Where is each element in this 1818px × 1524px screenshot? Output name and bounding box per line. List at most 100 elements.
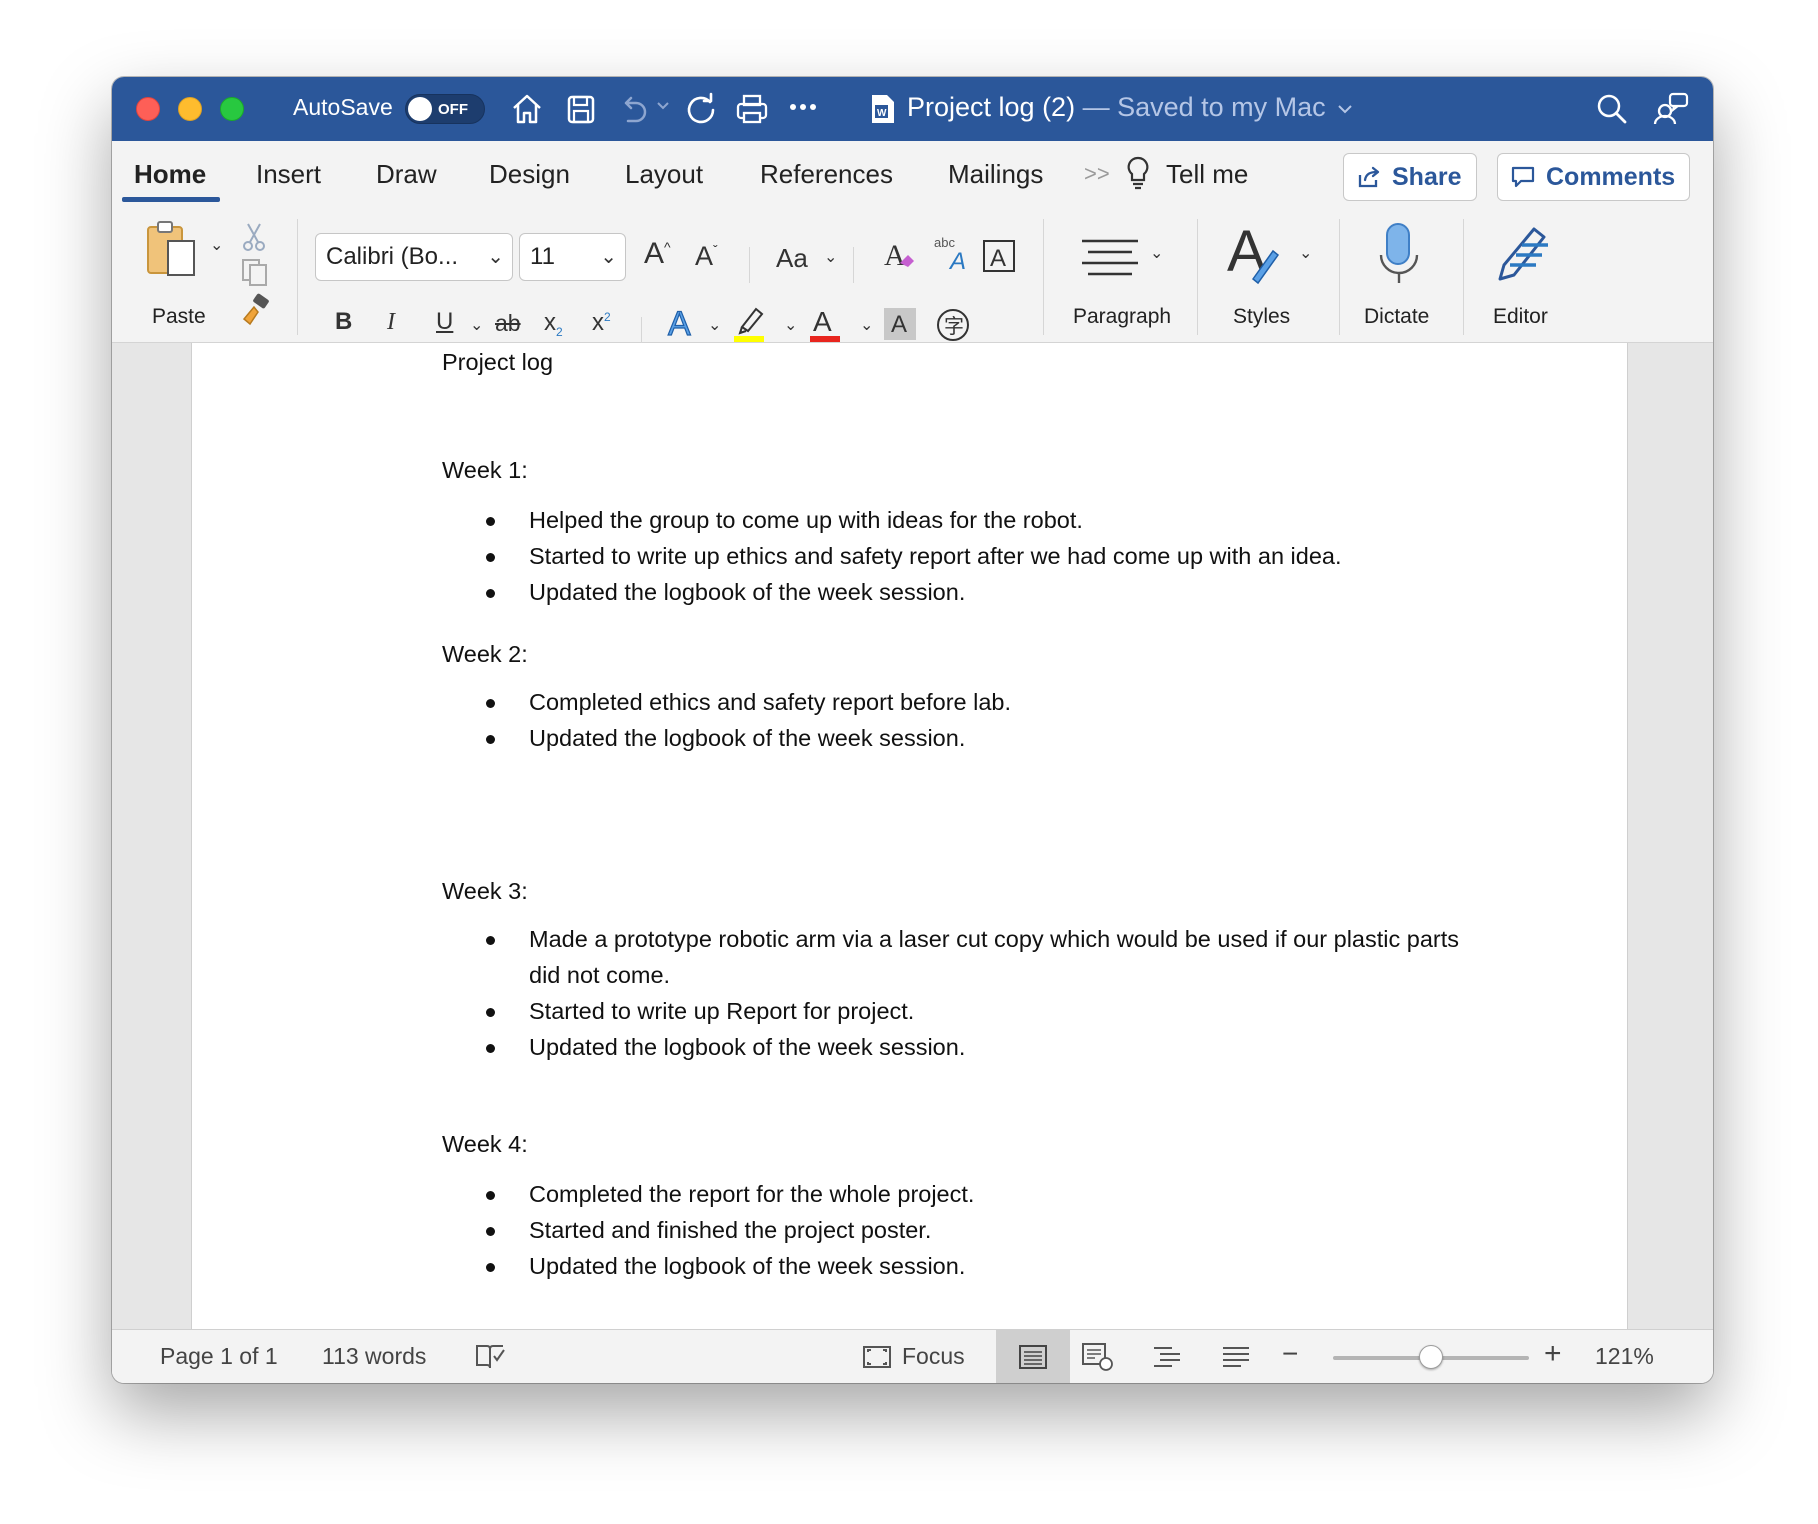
strikethrough-button[interactable]: ab bbox=[495, 312, 521, 335]
share-icon bbox=[1358, 166, 1380, 188]
bullet-list: Completed ethics and safety report befor… bbox=[442, 684, 1011, 756]
title-bar: AutoSave OFF W Project log (2) — Saved t… bbox=[112, 77, 1713, 141]
tab-references[interactable]: References bbox=[760, 159, 893, 190]
change-case-dropdown-icon[interactable]: ⌄ bbox=[824, 247, 837, 267]
comments-button[interactable]: Comments bbox=[1497, 153, 1690, 201]
text-effects-icon[interactable]: A bbox=[666, 303, 700, 346]
minimize-window-button[interactable] bbox=[178, 97, 202, 121]
more-icon[interactable] bbox=[788, 99, 820, 135]
focus-icon[interactable] bbox=[862, 1344, 892, 1376]
outline-view-icon[interactable] bbox=[1152, 1344, 1182, 1376]
home-icon[interactable] bbox=[510, 91, 544, 127]
zoom-in-button[interactable]: + bbox=[1544, 1337, 1562, 1371]
font-color-icon[interactable]: A bbox=[808, 303, 844, 348]
font-name-value: Calibri (Bo... bbox=[326, 243, 459, 270]
undo-dropdown-icon[interactable] bbox=[656, 101, 670, 137]
print-layout-icon bbox=[1019, 1345, 1047, 1369]
word-count[interactable]: 113 words bbox=[322, 1343, 426, 1370]
dictate-label: Dictate bbox=[1364, 305, 1430, 328]
underline-dropdown-icon[interactable]: ⌄ bbox=[470, 315, 483, 335]
tab-mailings[interactable]: Mailings bbox=[948, 159, 1043, 190]
undo-icon[interactable] bbox=[616, 91, 650, 127]
editor-pen-icon[interactable] bbox=[1490, 221, 1556, 292]
share-button[interactable]: Share bbox=[1343, 153, 1477, 201]
text-effects-abc-icon[interactable]: abc A bbox=[932, 233, 972, 278]
font-size-dropdown[interactable]: 11 ⌄ bbox=[519, 233, 626, 281]
list-item: Completed the report for the whole proje… bbox=[442, 1176, 974, 1212]
tab-insert[interactable]: Insert bbox=[256, 159, 321, 190]
character-border-icon[interactable]: A bbox=[982, 239, 1016, 278]
document-page[interactable]: Project log Week 1: Helped the group to … bbox=[191, 343, 1628, 1349]
redo-icon[interactable] bbox=[683, 91, 719, 127]
grow-font-icon[interactable]: A^ bbox=[644, 239, 671, 269]
tab-home[interactable]: Home bbox=[134, 159, 206, 190]
share-label: Share bbox=[1392, 162, 1462, 191]
styles-dropdown-icon[interactable]: ⌄ bbox=[1299, 243, 1312, 263]
list-item: Updated the logbook of the week session. bbox=[442, 574, 1342, 610]
font-color-dropdown-icon[interactable]: ⌄ bbox=[860, 315, 873, 335]
word-window: AutoSave OFF W Project log (2) — Saved t… bbox=[112, 77, 1713, 1383]
draft-view-icon[interactable] bbox=[1221, 1344, 1251, 1376]
highlight-dropdown-icon[interactable]: ⌄ bbox=[784, 315, 797, 335]
list-item: Updated the logbook of the week session. bbox=[442, 720, 1011, 756]
bold-button[interactable]: B bbox=[335, 310, 352, 334]
focus-label[interactable]: Focus bbox=[902, 1343, 965, 1370]
section-heading: Week 4: bbox=[442, 1131, 528, 1157]
shrink-font-icon[interactable]: Aˇ bbox=[695, 243, 718, 270]
home-ribbon: ⌄ Paste Calibri (Bo... ⌄ 11 ⌄ A^ Aˇ Aa ⌄… bbox=[112, 207, 1713, 347]
clear-formatting-icon[interactable]: A bbox=[882, 237, 918, 278]
underline-button[interactable]: U bbox=[436, 310, 453, 334]
zoom-out-button[interactable]: − bbox=[1282, 1338, 1298, 1370]
status-bar: Page 1 of 1 113 words Focus − + 121% bbox=[112, 1329, 1713, 1383]
paragraph-icon[interactable] bbox=[1080, 235, 1140, 290]
list-item: Updated the logbook of the week session. bbox=[442, 1029, 1459, 1065]
word-doc-icon: W bbox=[870, 93, 896, 125]
zoom-level[interactable]: 121% bbox=[1595, 1343, 1654, 1370]
styles-icon[interactable]: A bbox=[1225, 219, 1287, 292]
paste-icon[interactable] bbox=[144, 219, 206, 288]
search-icon[interactable] bbox=[1594, 91, 1630, 127]
tab-layout[interactable]: Layout bbox=[625, 159, 703, 190]
cut-icon[interactable] bbox=[241, 221, 267, 258]
paste-dropdown-icon[interactable]: ⌄ bbox=[210, 235, 223, 255]
tell-me-search[interactable]: Tell me bbox=[1166, 159, 1248, 190]
character-shading-icon[interactable]: A bbox=[884, 308, 916, 340]
paragraph-dropdown-icon[interactable]: ⌄ bbox=[1150, 243, 1163, 263]
zoom-window-button[interactable] bbox=[220, 97, 244, 121]
web-layout-icon[interactable] bbox=[1081, 1342, 1115, 1378]
svg-text:A: A bbox=[990, 245, 1006, 272]
print-icon[interactable] bbox=[734, 91, 770, 127]
separator bbox=[297, 219, 298, 335]
document-title[interactable]: Project log (2) — Saved to my Mac bbox=[907, 92, 1353, 123]
save-icon[interactable] bbox=[564, 91, 598, 127]
list-item: Made a prototype robotic arm via a laser… bbox=[442, 921, 1459, 957]
copy-icon[interactable] bbox=[240, 257, 270, 292]
enclose-characters-icon[interactable]: 字 bbox=[935, 307, 971, 348]
highlight-icon[interactable] bbox=[732, 303, 768, 348]
subscript-button[interactable]: x2 bbox=[544, 311, 563, 338]
tab-draw[interactable]: Draw bbox=[376, 159, 437, 190]
superscript-button[interactable]: x2 bbox=[592, 311, 611, 335]
font-name-dropdown[interactable]: Calibri (Bo... ⌄ bbox=[315, 233, 513, 281]
microphone-icon[interactable] bbox=[1376, 221, 1422, 294]
list-item: Updated the logbook of the week session. bbox=[442, 1248, 974, 1284]
page-count[interactable]: Page 1 of 1 bbox=[160, 1343, 278, 1370]
print-layout-view-button[interactable] bbox=[996, 1330, 1070, 1383]
account-share-icon[interactable] bbox=[1652, 91, 1690, 127]
italic-button[interactable]: I bbox=[387, 310, 395, 334]
change-case-button[interactable]: Aa bbox=[776, 245, 808, 271]
format-painter-icon[interactable] bbox=[240, 293, 272, 332]
bullet-list: Helped the group to come up with ideas f… bbox=[442, 502, 1342, 610]
list-item: Completed ethics and safety report befor… bbox=[442, 684, 1011, 720]
text-effects-dropdown-icon[interactable]: ⌄ bbox=[708, 315, 721, 335]
more-tabs-icon[interactable]: >> bbox=[1084, 161, 1110, 187]
section-heading: Week 2: bbox=[442, 641, 528, 667]
separator bbox=[1339, 219, 1340, 335]
styles-label: Styles bbox=[1233, 305, 1291, 328]
list-item: Started and finished the project poster. bbox=[442, 1212, 974, 1248]
close-window-button[interactable] bbox=[136, 97, 160, 121]
autosave-toggle[interactable]: OFF bbox=[405, 94, 485, 124]
tab-design[interactable]: Design bbox=[489, 159, 570, 190]
proofing-icon[interactable] bbox=[474, 1342, 506, 1378]
zoom-slider-handle[interactable] bbox=[1419, 1345, 1443, 1369]
